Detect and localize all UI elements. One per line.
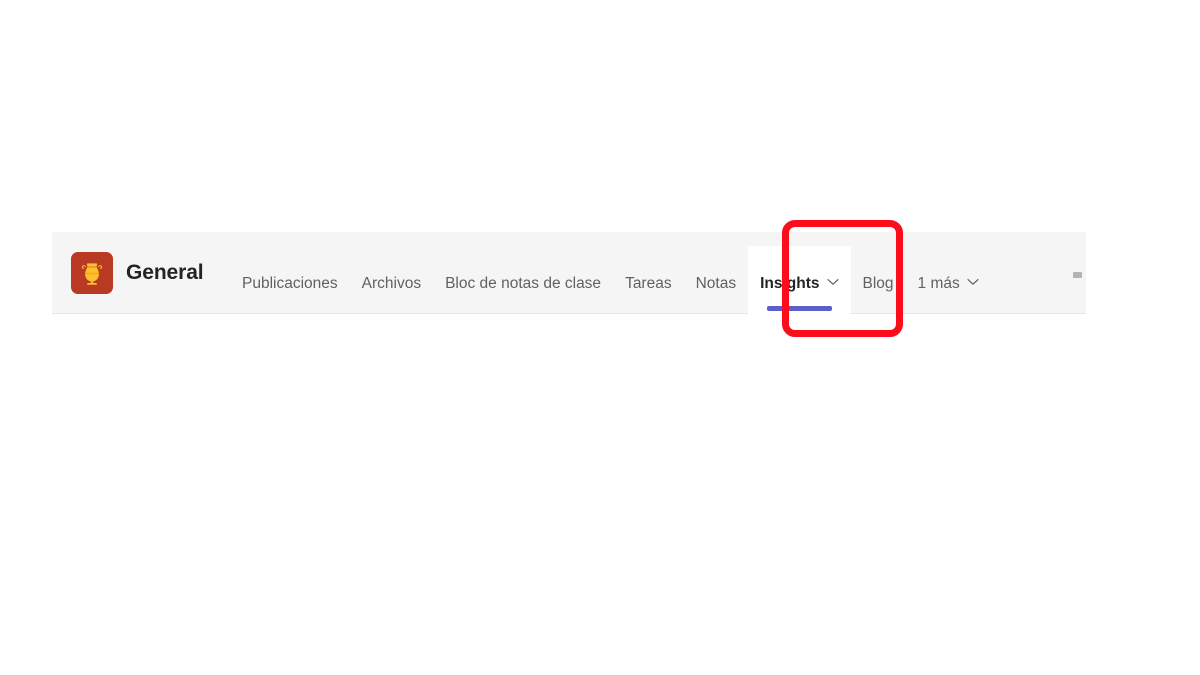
tab-label: 1 más bbox=[917, 275, 960, 292]
tab-label: Bloc de notas de clase bbox=[445, 275, 602, 292]
team-avatar[interactable] bbox=[71, 252, 113, 294]
tab-label: Tareas bbox=[625, 275, 672, 292]
tab-bloc-de-notas-de-clase[interactable]: Bloc de notas de clase bbox=[433, 246, 613, 314]
channel-tab-list: Publicaciones Archivos Bloc de notas de … bbox=[230, 246, 991, 314]
tab-label: Notas bbox=[695, 275, 737, 292]
channel-header-bar: General Publicaciones Archivos Bloc de n… bbox=[52, 232, 1086, 314]
more-options-icon[interactable] bbox=[1073, 272, 1082, 278]
tab-label: Archivos bbox=[361, 275, 422, 292]
tab-blog[interactable]: Blog bbox=[851, 246, 906, 314]
tab-publicaciones[interactable]: Publicaciones bbox=[230, 246, 350, 314]
amphora-vase-icon bbox=[77, 258, 107, 288]
tab-label: Publicaciones bbox=[242, 275, 338, 292]
viewport-right-edge bbox=[1086, 210, 1200, 350]
active-tab-indicator bbox=[767, 306, 832, 311]
chevron-down-icon[interactable] bbox=[967, 246, 979, 286]
tab-tareas[interactable]: Tareas bbox=[613, 246, 684, 314]
tab-archivos[interactable]: Archivos bbox=[350, 246, 433, 314]
tab-more-count[interactable]: 1 más bbox=[906, 246, 991, 314]
tab-label: Insights bbox=[760, 275, 820, 292]
channel-title: General bbox=[126, 261, 204, 284]
tab-notas[interactable]: Notas bbox=[684, 246, 749, 314]
tab-insights[interactable]: Insights bbox=[748, 246, 851, 314]
chevron-down-icon[interactable] bbox=[826, 246, 839, 286]
tab-label: Blog bbox=[862, 275, 894, 292]
